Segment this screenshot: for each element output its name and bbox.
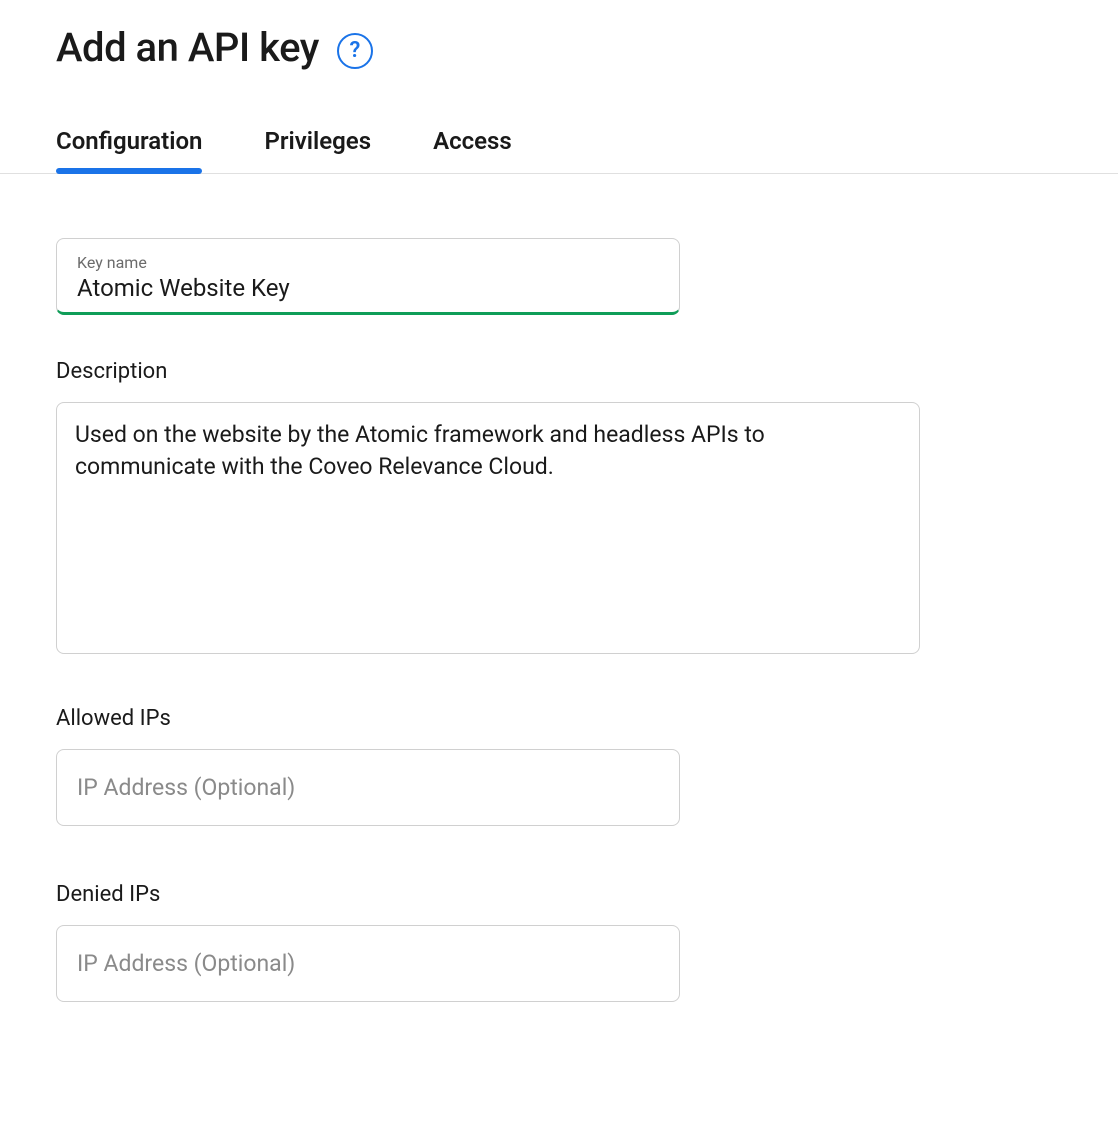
- page-title-row: Add an API key ?: [56, 24, 1118, 71]
- tab-configuration[interactable]: Configuration: [56, 127, 202, 173]
- help-icon[interactable]: ?: [337, 33, 373, 69]
- denied-ips-input[interactable]: [56, 925, 680, 1002]
- tabs: Configuration Privileges Access: [0, 127, 1118, 174]
- page-title: Add an API key: [56, 24, 319, 71]
- tab-privileges[interactable]: Privileges: [264, 127, 371, 173]
- key-name-input[interactable]: [77, 274, 659, 302]
- form-area: Key name Description Allowed IPs Denied …: [56, 174, 1118, 1058]
- tab-access[interactable]: Access: [433, 127, 512, 173]
- key-name-label: Key name: [77, 253, 659, 272]
- description-textarea[interactable]: [56, 402, 920, 654]
- denied-ips-label: Denied IPs: [56, 882, 1118, 907]
- key-name-field-wrapper: Key name: [56, 238, 680, 315]
- allowed-ips-input[interactable]: [56, 749, 680, 826]
- description-label: Description: [56, 359, 1118, 384]
- allowed-ips-label: Allowed IPs: [56, 706, 1118, 731]
